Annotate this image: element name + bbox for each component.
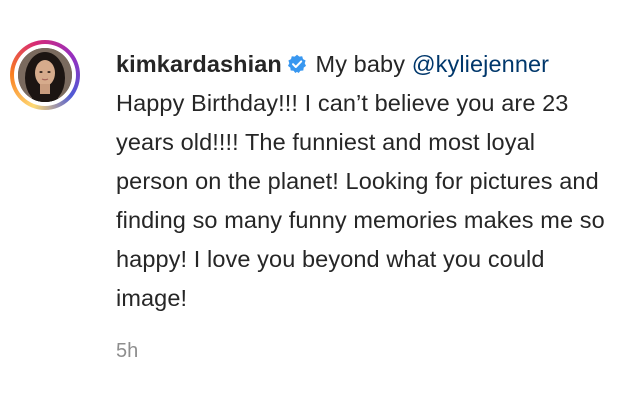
- username-link[interactable]: kimkardashian: [116, 51, 282, 77]
- comment-text: kimkardashian My baby @kyliejenner Happy…: [116, 45, 606, 318]
- avatar-image: [18, 48, 72, 102]
- timestamp[interactable]: 5h: [116, 340, 138, 363]
- comment-body-start: My baby: [315, 51, 406, 77]
- verified-badge-icon: [287, 54, 306, 73]
- mention-link[interactable]: @kyliejenner: [412, 51, 549, 77]
- story-ring[interactable]: [10, 40, 80, 110]
- comment-body-rest: Happy Birthday!!! I can’t believe you ar…: [116, 90, 605, 311]
- instagram-comment: kimkardashian My baby @kyliejenner Happy…: [10, 40, 610, 380]
- avatar[interactable]: [18, 48, 72, 102]
